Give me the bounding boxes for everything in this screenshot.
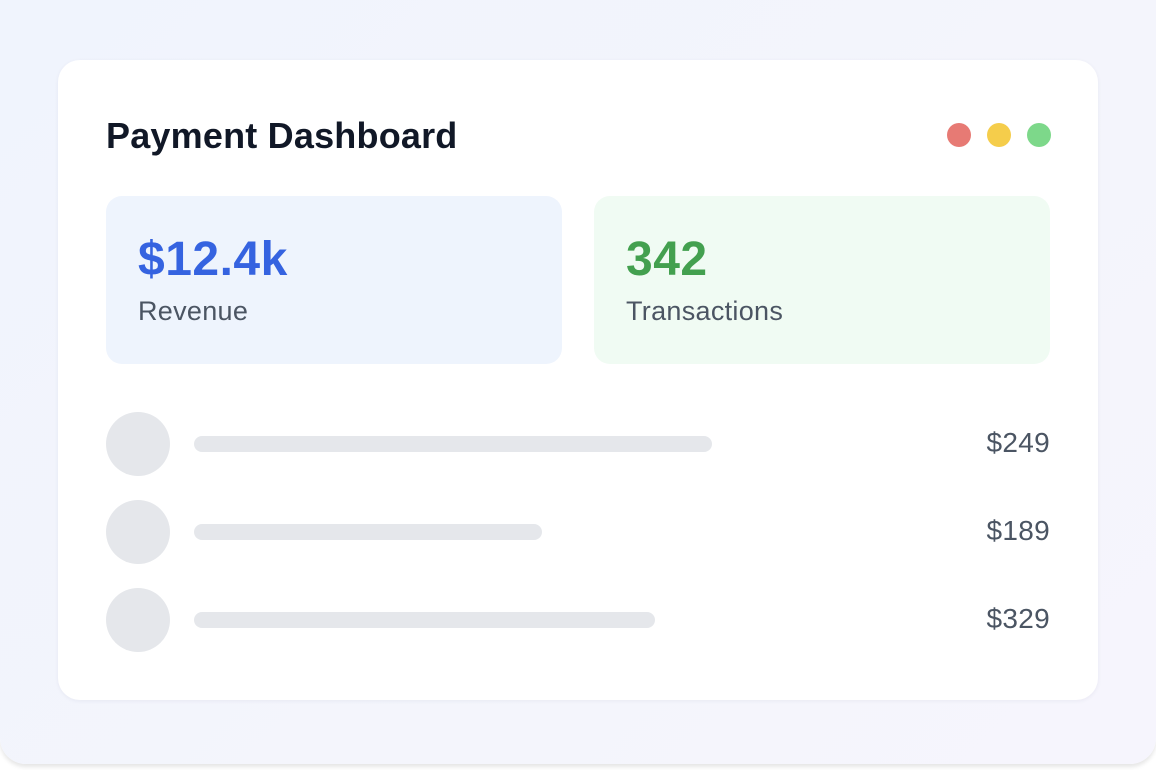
- minimize-dot[interactable]: [987, 123, 1011, 147]
- name-placeholder-bar: [194, 524, 542, 540]
- name-placeholder-bar: [194, 436, 712, 452]
- window-controls: [947, 123, 1051, 147]
- maximize-dot[interactable]: [1027, 123, 1051, 147]
- transactions-label: Transactions: [626, 296, 784, 326]
- close-dot[interactable]: [947, 123, 971, 147]
- transaction-amount: $189: [986, 515, 1050, 546]
- transaction-row[interactable]: $249: [106, 412, 1050, 476]
- transaction-amount: $249: [986, 427, 1050, 458]
- revenue-label: Revenue: [138, 296, 249, 326]
- avatar-placeholder: [106, 500, 170, 564]
- transactions-value: 342: [626, 233, 708, 286]
- page-background: Payment Dashboard $12.4k Revenue 342 Tra…: [0, 0, 1156, 764]
- transaction-amount: $329: [986, 603, 1050, 634]
- avatar-placeholder: [106, 588, 170, 652]
- transaction-row[interactable]: $189: [106, 500, 1050, 564]
- avatar-placeholder: [106, 412, 170, 476]
- page-title: Payment Dashboard: [106, 115, 458, 156]
- revenue-value: $12.4k: [138, 233, 288, 286]
- transactions-stat-card: 342 Transactions: [594, 196, 1050, 364]
- revenue-stat-card: $12.4k Revenue: [106, 196, 562, 364]
- payment-dashboard-card: Payment Dashboard $12.4k Revenue 342 Tra…: [58, 60, 1098, 700]
- transaction-row[interactable]: $329: [106, 588, 1050, 652]
- name-placeholder-bar: [194, 612, 655, 628]
